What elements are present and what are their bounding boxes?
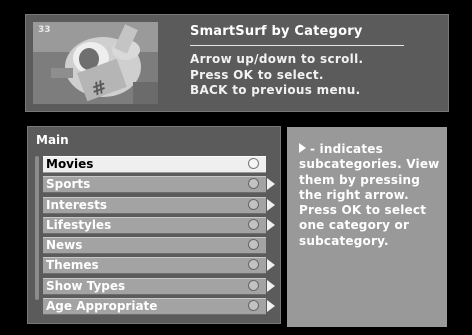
menu-item-label: Sports xyxy=(46,177,91,192)
menu-item-label: Lifestyles xyxy=(46,217,112,232)
menu-item-news[interactable]: News xyxy=(43,237,278,255)
radio-icon[interactable] xyxy=(248,279,259,291)
instruction-line: Arrow up/down to scroll. xyxy=(190,52,364,66)
instructions: Arrow up/down to scroll. Press OK to sel… xyxy=(190,52,363,99)
menu-item-show-types[interactable]: Show Types xyxy=(43,277,278,295)
info-panel: - indicates subcategories. View them by … xyxy=(287,127,447,327)
preview-badge: 33 xyxy=(38,25,51,35)
submenu-arrow-icon[interactable] xyxy=(267,300,275,313)
title-divider xyxy=(190,45,404,46)
submenu-arrow-icon[interactable] xyxy=(267,218,275,231)
menu-item-label: News xyxy=(46,238,83,253)
menu-item-label: Interests xyxy=(46,197,107,212)
menu-item-label: Themes xyxy=(46,258,99,273)
category-menu-panel: Main Movies Sports Interests Lifestyles xyxy=(27,126,281,324)
submenu-arrow-icon xyxy=(299,143,306,153)
menu-item-interests[interactable]: Interests xyxy=(43,196,278,214)
menu-item-sports[interactable]: Sports xyxy=(43,176,278,194)
submenu-arrow-icon[interactable] xyxy=(267,198,275,211)
menu-item-label: Show Types xyxy=(46,278,126,293)
category-list: Movies Sports Interests Lifestyles News xyxy=(43,156,278,318)
page-title: SmartSurf by Category xyxy=(190,24,363,39)
menu-item-label: Age Appropriate xyxy=(46,299,158,314)
scrollbar[interactable] xyxy=(35,156,39,300)
info-text-block: - indicates subcategories. View them by … xyxy=(299,142,444,249)
submenu-arrow-icon[interactable] xyxy=(267,279,275,292)
submenu-arrow-icon[interactable] xyxy=(267,259,275,272)
radio-icon[interactable] xyxy=(248,218,259,230)
info-text: - indicates subcategories. View them by … xyxy=(299,142,440,248)
radio-icon[interactable] xyxy=(248,300,259,312)
menu-item-themes[interactable]: Themes xyxy=(43,257,278,275)
instruction-line: Press OK to select. xyxy=(190,67,324,82)
header-panel: # 33 SmartSurf by Category Arrow up/down… xyxy=(25,14,449,112)
menu-item-age-appropriate[interactable]: Age Appropriate xyxy=(43,298,278,316)
instruction-line: BACK to previous menu. xyxy=(190,83,361,97)
submenu-arrow-icon[interactable] xyxy=(267,178,275,191)
menu-item-movies[interactable]: Movies xyxy=(43,156,278,173)
football-player-image: # xyxy=(33,22,158,104)
menu-item-lifestyles[interactable]: Lifestyles xyxy=(43,216,278,234)
radio-icon[interactable] xyxy=(248,198,259,210)
video-preview: # 33 xyxy=(33,22,158,104)
menu-title: Main xyxy=(36,133,69,147)
menu-item-label: Movies xyxy=(46,157,94,171)
radio-icon[interactable] xyxy=(248,158,259,169)
